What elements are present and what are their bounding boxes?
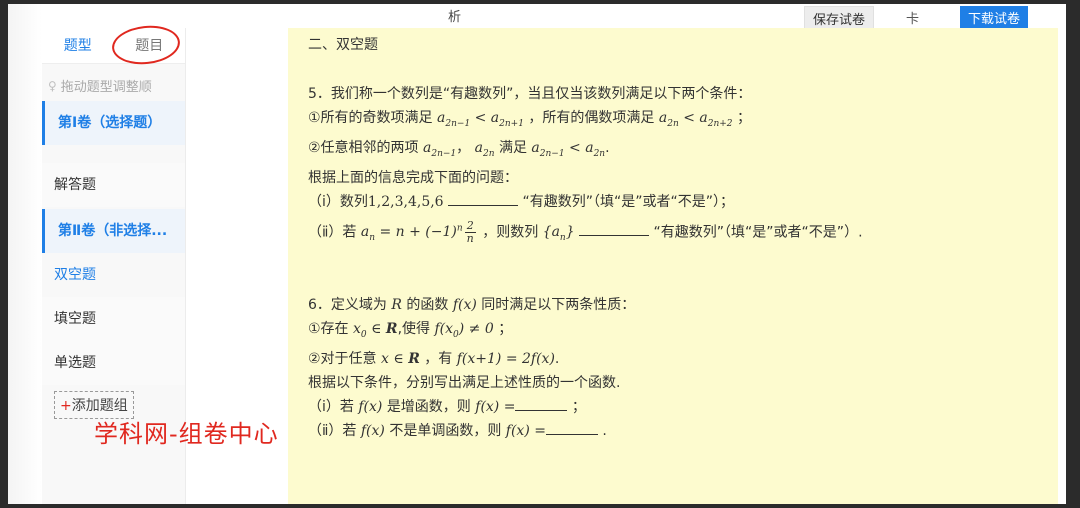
q6-part-1: （ⅰ）若 f(x) 是增函数，则 f(x) = ； — [308, 395, 1038, 419]
q6-stem-mid2: 同时满足以下两条性质： — [481, 297, 636, 314]
q6-p2-fx: f(x) — [360, 422, 385, 439]
top-toolbar: 析 保存试卷 卡 下载试卷 — [8, 4, 1066, 31]
q5-c1-end: ； — [736, 110, 751, 126]
plus-icon: + — [60, 398, 72, 414]
q6-stem-prefix: 6．定义域为 — [308, 297, 387, 314]
q5-part-2: （ⅱ）若 an = n + (−1)n 2 n ，则数列 {an} “有趣数列”（填… — [308, 214, 1038, 253]
q5-p1-prefix: （ⅰ）数列 — [308, 193, 368, 210]
q6-condition-1: ①存在 x0 ∈ R,使得 f(x0) ≠ 0 ； — [308, 317, 1038, 347]
q5-p1-sequence: 1,2,3,4,5,6 — [367, 193, 444, 210]
question-5: 5．我们称一个数列是“有趣数列”，当且仅当该数列满足以下两个条件： ①所有的奇数… — [308, 82, 1038, 253]
q6-stem: 6．定义域为 R 的函数 f(x) 同时满足以下两条性质： — [308, 293, 1038, 317]
section-heading: 二、双空题 — [308, 37, 378, 53]
sidebar-item-volume-1[interactable]: 第Ⅰ卷（选择题） — [42, 101, 185, 145]
q6-instruction: 根据以下条件，分别写出满足上述性质的一个函数. — [308, 374, 621, 391]
q5-p2-mid: ，则数列 — [482, 224, 539, 241]
q6-c2-prefix: ②对于任意 — [308, 350, 377, 367]
watermark: 学科网-组卷中心 — [94, 420, 279, 448]
q6-forall-x: x ∈ R — [381, 350, 420, 367]
q5-formula-an: an = n + (−1)n — [360, 223, 463, 244]
q5-part-1: （ⅰ）数列1,2,3,4,5,6 “有趣数列”（填“是”或者“不是”）； — [308, 190, 1038, 214]
q6-answer-blank-2[interactable] — [545, 433, 598, 435]
tab-questions-label: 题目 — [135, 38, 164, 54]
cut-off-title: 析 — [448, 10, 462, 25]
sidebar-item-answer-questions[interactable]: 解答题 — [42, 163, 185, 207]
q5-answer-blank-2[interactable] — [579, 235, 650, 237]
q6-answer-blank-1[interactable] — [515, 409, 568, 411]
answer-card-link[interactable]: 卡 — [906, 8, 919, 27]
q6-p1-end: ； — [571, 398, 586, 415]
q6-p1-fx-eq: f(x) = — [475, 398, 516, 415]
q6-c2-end: . — [554, 350, 560, 367]
q6-fx: f(x) — [452, 297, 477, 314]
sidebar-item-volume-2[interactable]: 第Ⅱ卷（非选择... — [42, 209, 185, 253]
q5-formula-even: a2n < a2n+2 — [658, 110, 733, 129]
q5-c1-prefix: ①所有的奇数项满足 — [308, 110, 433, 126]
app-window: 析 保存试卷 卡 下载试卷 题型 题目 ♀ 拖动题型调整顺 第Ⅰ卷（选择题） 解… — [8, 4, 1066, 504]
download-paper-button[interactable]: 下载试卷 — [960, 6, 1029, 29]
q5-condition-1: ①所有的奇数项满足 a2n−1 < a2n+1 ，所有的偶数项满足 a2n < … — [308, 106, 1038, 136]
drag-hint: ♀ 拖动题型调整顺 — [42, 64, 185, 96]
q5-c1-mid: ，所有的偶数项满足 — [528, 110, 655, 126]
sidebar-item-single-choice[interactable]: 单选题 — [42, 341, 185, 385]
q6-exists-x0: x0 ∈ R — [353, 321, 398, 340]
q5-condition-2: ②任意相邻的两项 a2n−1， a2n 满足 a2n−1 < a2n. — [308, 136, 1038, 166]
tab-question-types[interactable]: 题型 — [42, 28, 114, 63]
q5-c2-end: . — [605, 139, 610, 156]
q5-c2-mid: 满足 — [498, 139, 527, 156]
q6-p1-prefix: （ⅰ）若 — [308, 398, 354, 415]
q6-c1-mid: ,使得 — [397, 321, 431, 338]
exam-paper: 二、双空题 5．我们称一个数列是“有趣数列”，当且仅当该数列满足以下两个条件： … — [288, 28, 1058, 504]
q5-term-b: a2n — [474, 139, 495, 159]
q6-c1-prefix: ①存在 — [308, 321, 349, 338]
sidebar-item-double-blank[interactable]: 双空题 — [42, 253, 185, 297]
q5-p1-suffix: “有趣数列”（填“是”或者“不是”）； — [522, 193, 735, 210]
add-group-label: 添加题组 — [71, 398, 128, 414]
question-6: 6．定义域为 R 的函数 f(x) 同时满足以下两条性质： ①存在 x0 ∈ R… — [308, 293, 1038, 443]
q5-formula-adj: a2n−1 < a2n — [531, 139, 606, 159]
q6-stem-mid1: 的函数 — [406, 297, 449, 314]
q5-instruction: 根据上面的信息完成下面的问题： — [308, 169, 518, 186]
tab-questions[interactable]: 题目 — [114, 28, 186, 63]
q6-part-2: （ⅱ）若 f(x) 不是单调函数，则 f(x) = . — [308, 419, 1038, 443]
q5-formula-odd: a2n−1 < a2n+1 — [437, 110, 524, 129]
q5-seq-an: {an} — [542, 224, 575, 244]
sidebar-tabs: 题型 题目 — [42, 28, 185, 64]
q5-fraction: 2n — [464, 218, 476, 245]
q5-p2-prefix: （ⅱ）若 — [308, 224, 357, 241]
q6-c2-mid: ，有 — [424, 350, 453, 367]
left-gutter — [8, 4, 42, 504]
q5-term-a: a2n−1 — [423, 139, 457, 159]
lightbulb-icon: ♀ — [48, 78, 57, 93]
q6-p2-fx-eq: f(x) = — [505, 422, 546, 439]
sidebar-item-fill-blank[interactable]: 填空题 — [42, 297, 185, 341]
q5-answer-blank-1[interactable] — [448, 204, 519, 206]
q5-c2-prefix: ②任意相邻的两项 — [308, 139, 419, 156]
q6-condition-2: ②对于任意 x ∈ R ，有 f(x+1) = 2f(x). — [308, 347, 1038, 371]
q5-c2-comma: ， — [456, 139, 471, 156]
q6-fx0-neq: f(x0) ≠ 0 — [434, 321, 494, 340]
q6-p2-prefix: （ⅱ）若 — [308, 422, 357, 439]
q6-p1-fx: f(x) — [358, 398, 383, 415]
q5-stem: 5．我们称一个数列是“有趣数列”，当且仅当该数列满足以下两个条件： — [308, 86, 752, 102]
q5-p2-suffix: “有趣数列”（填“是”或者“不是”）. — [653, 224, 863, 241]
q6-domain-r: R — [391, 297, 402, 314]
q6-functional-eq: f(x+1) = 2f(x) — [456, 350, 555, 367]
question-gap — [308, 253, 1038, 293]
q6-p1-mid: 是增函数，则 — [386, 398, 471, 415]
drag-hint-text: 拖动题型调整顺 — [60, 80, 152, 95]
q6-p2-end: . — [602, 422, 607, 439]
q6-p2-mid: 不是单调函数，则 — [389, 422, 502, 439]
q6-c1-end: ； — [498, 321, 513, 338]
